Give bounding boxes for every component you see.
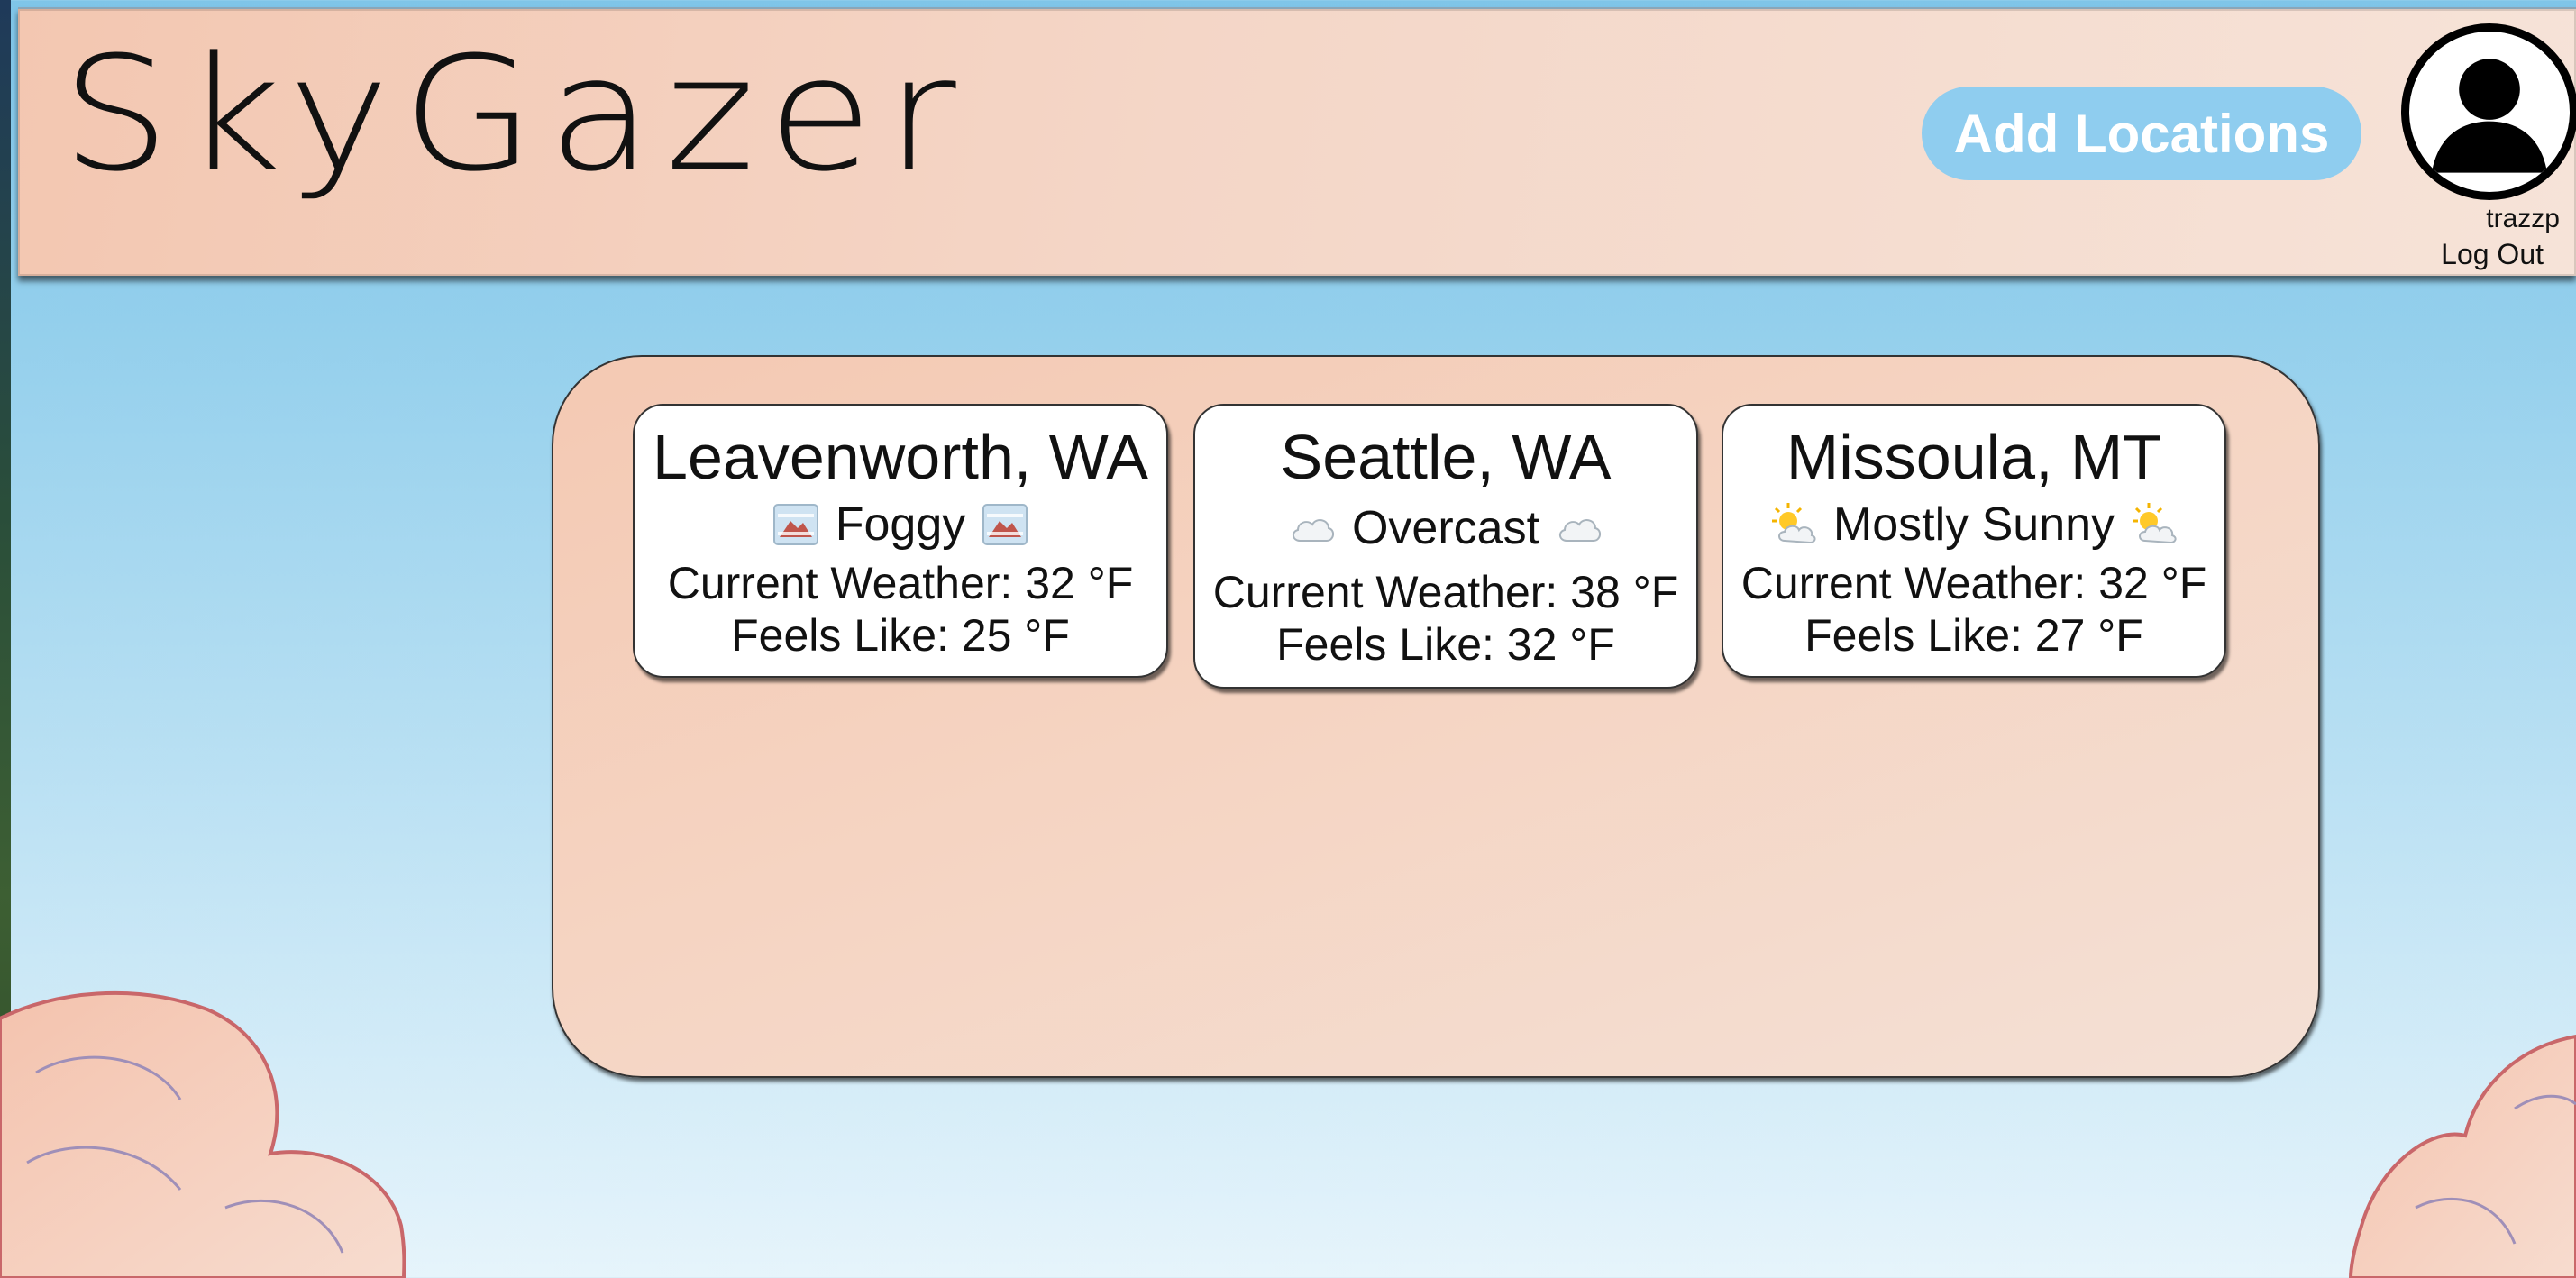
location-card-seattle[interactable]: Seattle, WA Overcast Current Weather: 38…	[1193, 404, 1698, 689]
condition-label: Overcast	[1351, 502, 1540, 554]
username-label: trazzp	[2486, 204, 2560, 233]
feels-like: Feels Like: 25 °F	[731, 610, 1070, 661]
feels-like: Feels Like: 32 °F	[1276, 619, 1615, 670]
current-weather: Current Weather: 32 °F	[667, 558, 1134, 608]
foggy-icon	[982, 501, 1028, 548]
cloud-decoration-left	[0, 990, 406, 1278]
locations-panel: Leavenworth, WA Foggy Current Weather: 3…	[552, 355, 2320, 1078]
logout-link[interactable]: Log Out	[2416, 238, 2544, 271]
location-card-leavenworth[interactable]: Leavenworth, WA Foggy Current Weather: 3…	[633, 404, 1168, 678]
location-condition: Mostly Sunny	[1723, 501, 2224, 548]
current-weather: Current Weather: 38 °F	[1212, 567, 1679, 617]
condition-label: Foggy	[835, 498, 966, 551]
cloud-decoration-right	[2348, 1034, 2576, 1278]
feels-like: Feels Like: 27 °F	[1804, 610, 2143, 661]
location-condition: Foggy	[635, 501, 1166, 548]
location-city: Seattle, WA	[1280, 422, 1612, 492]
add-locations-button[interactable]: Add Locations	[1922, 87, 2361, 180]
cloud-icon	[1289, 505, 1336, 552]
sun-behind-cloud-icon	[1770, 501, 1817, 548]
location-city: Missoula, MT	[1786, 422, 2162, 492]
cloud-icon	[1556, 505, 1603, 552]
user-avatar-icon[interactable]	[2401, 23, 2576, 200]
location-card-missoula[interactable]: Missoula, MT Mostly Sunny Current Weathe…	[1722, 404, 2226, 678]
sun-behind-cloud-icon	[2131, 501, 2178, 548]
condition-label: Mostly Sunny	[1832, 498, 2115, 551]
app-logo: SkyGazer	[61, 23, 969, 206]
current-weather: Current Weather: 32 °F	[1740, 558, 2207, 608]
foggy-icon	[772, 501, 819, 548]
location-condition: Overcast	[1195, 505, 1696, 552]
app-header: SkyGazer Add Locations trazzp Log Out	[18, 7, 2576, 276]
location-city: Leavenworth, WA	[653, 422, 1148, 492]
